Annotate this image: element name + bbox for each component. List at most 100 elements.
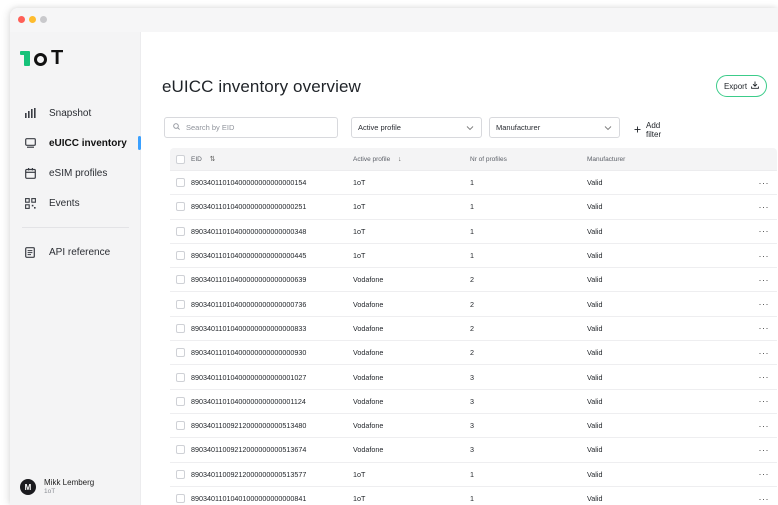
- profile-count-cell: 2: [470, 275, 474, 285]
- row-more-menu-button[interactable]: ···: [759, 275, 770, 285]
- row-more-menu-button[interactable]: ···: [759, 299, 770, 309]
- row-checkbox[interactable]: [176, 445, 185, 455]
- user-org: 1oT: [44, 488, 56, 495]
- zoom-window-button[interactable]: [40, 16, 47, 23]
- user-profile[interactable]: M Mikk Lemberg 1oT: [20, 478, 94, 496]
- manufacturer-cell: Valid: [587, 251, 603, 261]
- column-header-manufacturer[interactable]: Manufacturer: [587, 156, 737, 163]
- monitor-icon: [24, 137, 36, 149]
- table-row[interactable]: 89034011010400000000000000833 Vodafone 2 Va…: [170, 317, 777, 342]
- sidebar-divider: [22, 227, 129, 228]
- active-profile-cell: 1oT: [353, 469, 366, 479]
- table-row[interactable]: 89034011010401000000000000841 1oT 1 Valid ··…: [170, 487, 777, 505]
- sort-down-icon: ↓: [398, 155, 402, 163]
- row-checkbox[interactable]: [176, 469, 185, 479]
- manufacturer-cell: Valid: [587, 202, 603, 212]
- active-profile-cell: 1oT: [353, 178, 366, 188]
- row-checkbox[interactable]: [176, 323, 185, 333]
- row-more-menu-button[interactable]: ···: [759, 251, 770, 261]
- brand-logo[interactable]: T: [20, 48, 63, 68]
- profile-count-cell: 1: [470, 494, 474, 503]
- main-content: eUICC inventory overview Export Search b…: [141, 32, 778, 505]
- table-row[interactable]: 89034011010400000000000000930 Vodafone 2 Va…: [170, 341, 777, 366]
- table-row[interactable]: 89034011009212000000000513577 1oT 1 Valid ··…: [170, 463, 777, 487]
- select-all-checkbox[interactable]: [176, 154, 185, 164]
- eid-cell: 89034011010400000000000000154: [191, 178, 307, 188]
- table-row[interactable]: 89034011009212000000000513674 Vodafone 3 Va…: [170, 438, 777, 463]
- sidebar-item-label: Events: [49, 197, 80, 209]
- row-more-menu-button[interactable]: ···: [759, 348, 770, 358]
- column-header-nr-profiles[interactable]: Nr of profiles: [470, 156, 587, 163]
- user-info: Mikk Lemberg 1oT: [44, 478, 94, 496]
- row-checkbox[interactable]: [176, 372, 185, 382]
- manufacturer-filter[interactable]: Manufacturer: [489, 117, 620, 138]
- user-name: Mikk Lemberg: [44, 478, 95, 487]
- row-checkbox[interactable]: [176, 421, 185, 431]
- row-checkbox[interactable]: [176, 275, 185, 285]
- chevron-down-icon: [466, 124, 474, 133]
- row-checkbox[interactable]: [176, 494, 185, 503]
- sidebar-item-snapshot[interactable]: Snapshot: [10, 98, 141, 128]
- export-button[interactable]: Export: [716, 75, 767, 97]
- active-profile-filter[interactable]: Active profile: [351, 117, 482, 138]
- row-more-menu-button[interactable]: ···: [759, 178, 770, 188]
- table-row[interactable]: 89034011010400000000000000445 1oT 1 Valid ··…: [170, 244, 777, 269]
- manufacturer-cell: Valid: [587, 494, 603, 503]
- manufacturer-cell: Valid: [587, 421, 603, 431]
- search-input[interactable]: Search by EID: [164, 117, 338, 138]
- plus-icon: [634, 126, 641, 135]
- profile-count-cell: 3: [470, 445, 474, 455]
- row-checkbox[interactable]: [176, 251, 185, 261]
- bar-chart-icon: [24, 107, 36, 119]
- row-more-menu-button[interactable]: ···: [759, 421, 770, 431]
- add-filter-label: Add filter: [646, 121, 662, 139]
- table-row[interactable]: 89034011010400000000000000348 1oT 1 Valid ··…: [170, 220, 777, 244]
- active-profile-cell: Vodafone: [353, 275, 384, 285]
- active-profile-cell: Vodafone: [353, 445, 384, 455]
- sidebar-item-events[interactable]: Events: [10, 188, 141, 218]
- sort-updown-icon: ⇅: [209, 156, 216, 163]
- table-row[interactable]: 89034011010400000000000001124 Vodafone 3 Va…: [170, 390, 777, 414]
- eid-cell: 89034011010400000000000000833: [191, 323, 307, 333]
- profile-count-cell: 3: [470, 421, 474, 431]
- sidebar-item-esim-profiles[interactable]: eSIM profiles: [10, 158, 141, 188]
- row-checkbox[interactable]: [176, 299, 185, 309]
- table-row[interactable]: 89034011010400000000000000736 Vodafone 2 Va…: [170, 292, 777, 317]
- row-more-menu-button[interactable]: ···: [759, 372, 770, 382]
- row-checkbox[interactable]: [176, 178, 185, 188]
- table-body: 89034011010400000000000000154 1oT 1 Valid ··…: [170, 171, 777, 505]
- row-more-menu-button[interactable]: ···: [759, 226, 770, 236]
- column-header-active-profile[interactable]: Active profile ↓: [353, 156, 470, 163]
- close-window-button[interactable]: [18, 16, 25, 23]
- table-row[interactable]: 89034011009212000000000513480 Vodafone 3 Va…: [170, 414, 777, 439]
- sidebar-item-api-reference[interactable]: API reference: [10, 237, 141, 267]
- active-profile-cell: Vodafone: [353, 396, 384, 406]
- eid-cell: 89034011010400000000000000445: [191, 251, 307, 261]
- sidebar-item-euicc-inventory[interactable]: eUICC inventory: [10, 128, 141, 158]
- row-checkbox[interactable]: [176, 348, 185, 358]
- manufacturer-cell: Valid: [587, 275, 603, 285]
- row-checkbox[interactable]: [176, 396, 185, 406]
- row-more-menu-button[interactable]: ···: [759, 323, 770, 333]
- column-header-eid[interactable]: EID ⇅: [191, 155, 353, 163]
- row-more-menu-button[interactable]: ···: [759, 494, 770, 504]
- add-filter-button[interactable]: Add filter: [634, 121, 661, 139]
- row-checkbox[interactable]: [176, 226, 185, 236]
- logo-one-glyph: [20, 50, 30, 66]
- row-more-menu-button[interactable]: ···: [759, 445, 770, 455]
- row-more-menu-button[interactable]: ···: [759, 202, 770, 212]
- row-more-menu-button[interactable]: ···: [759, 469, 770, 479]
- row-checkbox[interactable]: [176, 202, 185, 212]
- minimize-window-button[interactable]: [29, 16, 36, 23]
- table-row[interactable]: 89034011010400000000000001027 Vodafone 3 Va…: [170, 365, 777, 390]
- row-more-menu-button[interactable]: ···: [759, 396, 770, 406]
- manufacturer-cell: Valid: [587, 178, 603, 188]
- table-row[interactable]: 89034011010400000000000000251 1oT 1 Valid ··…: [170, 195, 777, 220]
- qr-grid-icon: [24, 197, 36, 209]
- sidebar-item-label: eSIM profiles: [49, 167, 108, 179]
- document-icon: [24, 246, 36, 258]
- search-icon: [173, 123, 180, 132]
- table-row[interactable]: 89034011010400000000000000154 1oT 1 Valid ··…: [170, 171, 777, 196]
- table-row[interactable]: 89034011010400000000000000639 Vodafone 2 Va…: [170, 268, 777, 293]
- column-header-label: EID: [191, 156, 202, 163]
